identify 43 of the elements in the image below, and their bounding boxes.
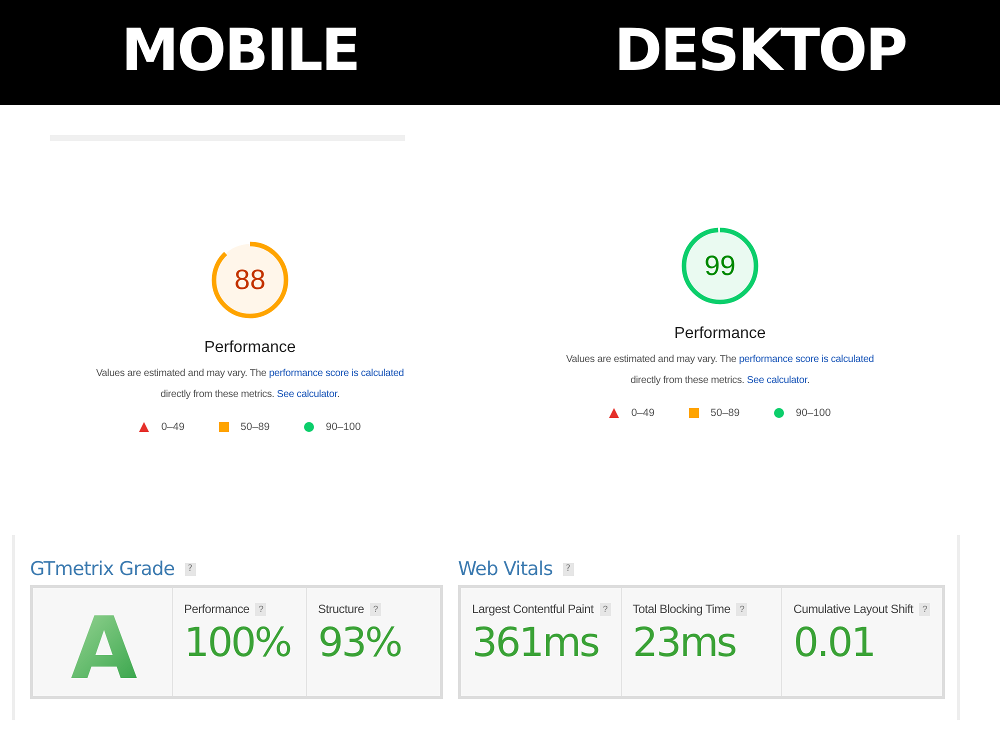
- score-note: Values are estimated and may vary. The performance score is calculated directly from these metrics. See calculator.: [565, 353, 875, 388]
- metric-value: 23ms: [632, 620, 736, 666]
- score-range: 0–49: [631, 407, 655, 419]
- score-note: Values are estimated and may vary. The performance score is calculated directly from these metrics. See calculator.: [95, 367, 405, 402]
- score-range: 90–100: [796, 407, 831, 419]
- metric-value: 100%: [184, 620, 292, 666]
- score-value: 99: [703, 249, 737, 283]
- score-value: 88: [233, 263, 267, 297]
- category-title: Performance: [204, 339, 296, 357]
- triangle-icon: [609, 408, 620, 418]
- help-icon[interactable]: ?: [255, 602, 266, 616]
- help-icon[interactable]: ?: [600, 602, 611, 616]
- metric-label: Performance: [184, 602, 250, 616]
- section-title: GTmetrix Grade: [30, 558, 175, 580]
- square-icon: [688, 408, 699, 418]
- help-icon[interactable]: ?: [919, 602, 930, 616]
- help-icon[interactable]: ?: [736, 602, 748, 616]
- column-heading: MOBILE: [121, 16, 359, 84]
- link[interactable]: performance score is calculated: [738, 354, 874, 365]
- metric-value: 361ms: [472, 620, 600, 666]
- score-range: 50–89: [240, 421, 270, 433]
- help-icon[interactable]: ?: [370, 602, 381, 616]
- circle-icon: [304, 422, 314, 432]
- help-icon[interactable]: ?: [184, 562, 196, 576]
- metric-value: 93%: [318, 620, 402, 666]
- square-icon: [218, 422, 229, 432]
- metric-label: Structure: [318, 602, 364, 616]
- section-title: Web Vitals: [458, 558, 553, 580]
- link[interactable]: See calculator: [746, 375, 807, 386]
- metric-label: Cumulative Layout Shift: [793, 602, 914, 616]
- triangle-icon: [139, 422, 150, 432]
- column-heading: DESKTOP: [614, 16, 906, 84]
- metric-value: 0.01: [793, 620, 876, 666]
- link[interactable]: performance score is calculated: [268, 368, 404, 379]
- metric-label: Total Blocking Time: [632, 602, 730, 616]
- score-range: 50–89: [710, 407, 740, 419]
- circle-icon: [774, 408, 784, 418]
- help-icon[interactable]: ?: [562, 562, 574, 576]
- category-title: Performance: [674, 325, 766, 343]
- metric-label: Largest Contentful Paint: [472, 602, 594, 616]
- link[interactable]: See calculator: [276, 389, 337, 400]
- score-range: 0–49: [161, 421, 185, 433]
- score-range: 90–100: [326, 421, 361, 433]
